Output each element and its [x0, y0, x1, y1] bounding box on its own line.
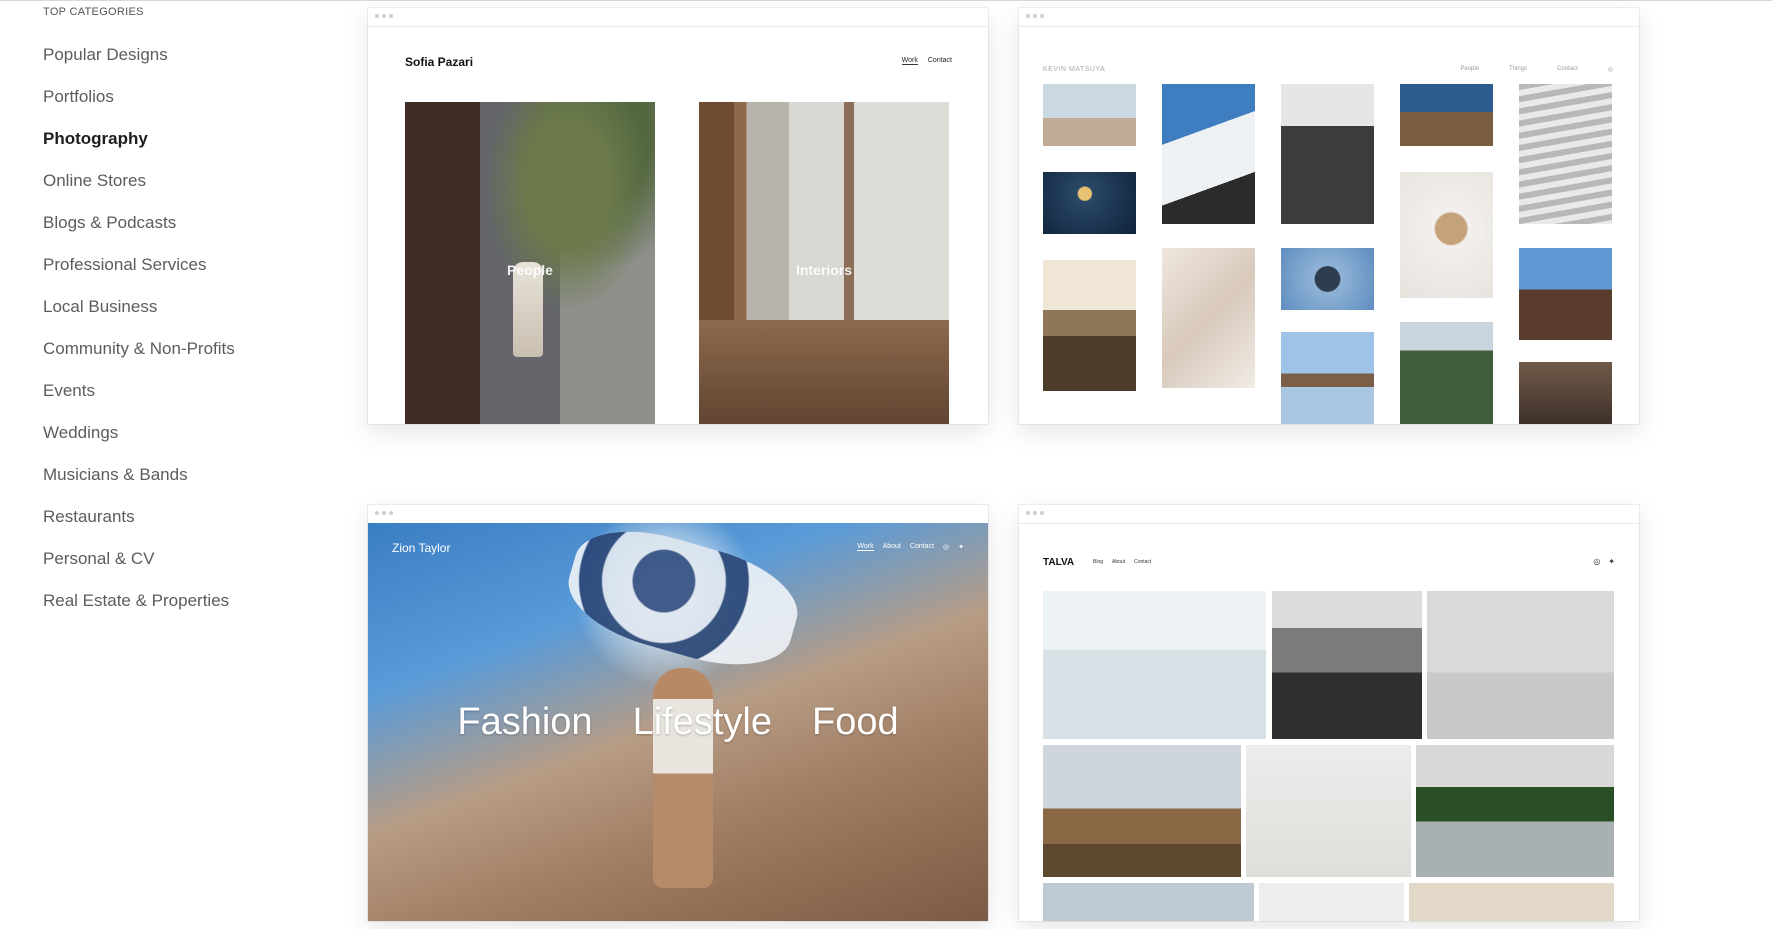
category-weddings[interactable]: Weddings	[43, 422, 235, 464]
nav-blog: Blog	[1093, 559, 1104, 565]
photo-tile	[1043, 260, 1136, 391]
twitter-icon: ✦	[958, 544, 964, 551]
instagram-icon: ◎	[1593, 557, 1601, 566]
template-card-zion-taylor[interactable]: Zion Taylor Work About Contact ◎ ✦ Fashi…	[368, 505, 988, 921]
template-card-talva[interactable]: TALVA Blog About Contact ◎ ✦	[1019, 505, 1639, 921]
photo-tile	[1400, 172, 1493, 298]
category-restaurants[interactable]: Restaurants	[43, 506, 235, 548]
photo-tile	[1281, 248, 1374, 310]
photo-tile	[1400, 322, 1493, 424]
photo-tile	[1043, 172, 1136, 234]
browser-bar	[368, 8, 988, 27]
category-blogs-podcasts[interactable]: Blogs & Podcasts	[43, 212, 235, 254]
nav-contact: Contact	[1134, 559, 1152, 565]
template-card-sofia-pazari[interactable]: Sofia Pazari Work Contact People Interio…	[368, 8, 988, 424]
template-preview: Zion Taylor Work About Contact ◎ ✦ Fashi…	[368, 513, 988, 921]
headline-categories: Fashion Lifestyle Food	[368, 701, 988, 744]
nav-contact: Contact	[927, 57, 952, 64]
window-dots-icon	[375, 511, 393, 515]
photo-tile	[1281, 332, 1374, 424]
browser-bar	[368, 505, 988, 524]
headline-fashion: Fashion	[457, 701, 593, 743]
category-community-non-profits[interactable]: Community & Non-Profits	[43, 338, 235, 380]
people-tile: People	[405, 102, 655, 424]
category-musicians-bands[interactable]: Musicians & Bands	[43, 464, 235, 506]
category-personal-cv[interactable]: Personal & CV	[43, 548, 235, 590]
category-events[interactable]: Events	[43, 380, 235, 422]
headline-lifestyle: Lifestyle	[632, 701, 772, 743]
browser-bar	[1019, 505, 1639, 524]
photo-tile	[1246, 745, 1411, 877]
category-portfolios[interactable]: Portfolios	[43, 86, 235, 128]
template-preview: KEVIN MATSUYA People Things Contact ◎	[1019, 26, 1639, 424]
nav-contact: Contact	[909, 543, 935, 550]
photo-tile	[1519, 248, 1612, 340]
nav-people: People	[1460, 66, 1480, 72]
photo-tile	[1272, 591, 1422, 739]
photo-tile	[1043, 591, 1266, 739]
nav-work: Work	[857, 543, 874, 551]
category-sidebar: TOP CATEGORIES Popular Designs Portfolio…	[0, 0, 330, 929]
category-photography[interactable]: Photography	[43, 128, 235, 170]
sidebar-heading: TOP CATEGORIES	[43, 6, 144, 18]
template-preview: TALVA Blog About Contact ◎ ✦	[1019, 523, 1639, 921]
photo-tile	[1519, 84, 1612, 224]
category-real-estate[interactable]: Real Estate & Properties	[43, 590, 235, 632]
template-brand: Zion Taylor	[392, 541, 451, 555]
photo-tile	[1043, 84, 1136, 146]
instagram-icon: ◎	[1607, 67, 1613, 73]
template-brand: Sofia Pazari	[405, 55, 474, 69]
nav-contact: Contact	[1557, 66, 1578, 72]
template-nav: Blog About Contact	[1093, 559, 1151, 565]
twitter-icon: ✦	[1608, 557, 1615, 566]
scarf-photo	[557, 513, 809, 683]
template-nav: People Things Contact ◎	[1460, 66, 1613, 73]
browser-bar	[1019, 8, 1639, 27]
nav-about: About	[1112, 559, 1126, 565]
nav-work: Work	[901, 57, 918, 65]
photo-tile	[1427, 591, 1614, 739]
interiors-tile: Interiors	[699, 102, 949, 424]
tile-label: People	[507, 262, 553, 278]
photo-tile	[1162, 248, 1255, 388]
photo-tile	[1043, 883, 1254, 921]
photo-tile	[1416, 745, 1614, 877]
template-nav: Work About Contact ◎ ✦	[857, 543, 964, 551]
template-nav: Work Contact	[901, 57, 952, 65]
photo-tile	[1162, 84, 1255, 224]
nav-about: About	[882, 543, 901, 550]
photo-tile	[1400, 84, 1493, 146]
window-dots-icon	[1026, 511, 1044, 515]
photo-tile	[1519, 362, 1612, 424]
instagram-icon: ◎	[943, 544, 950, 551]
photo-tile	[1281, 84, 1374, 224]
template-preview: Sofia Pazari Work Contact People Interio…	[368, 26, 988, 424]
photo-tile	[1043, 745, 1241, 877]
category-list: Popular Designs Portfolios Photography O…	[43, 44, 235, 632]
template-card-kevin-matsuya[interactable]: KEVIN MATSUYA People Things Contact ◎	[1019, 8, 1639, 424]
photo-tile	[1259, 883, 1404, 921]
category-local-business[interactable]: Local Business	[43, 296, 235, 338]
headline-food: Food	[811, 701, 899, 743]
tile-label: Interiors	[795, 262, 852, 278]
category-popular-designs[interactable]: Popular Designs	[43, 44, 235, 86]
photo-tile	[1409, 883, 1614, 921]
template-brand: TALVA	[1043, 557, 1075, 568]
window-dots-icon	[375, 14, 393, 18]
window-dots-icon	[1026, 14, 1044, 18]
social-icons: ◎ ✦	[1593, 557, 1615, 566]
nav-things: Things	[1509, 66, 1528, 72]
category-professional-services[interactable]: Professional Services	[43, 254, 235, 296]
template-brand: KEVIN MATSUYA	[1043, 66, 1106, 73]
category-online-stores[interactable]: Online Stores	[43, 170, 235, 212]
floor-photo	[699, 319, 949, 424]
